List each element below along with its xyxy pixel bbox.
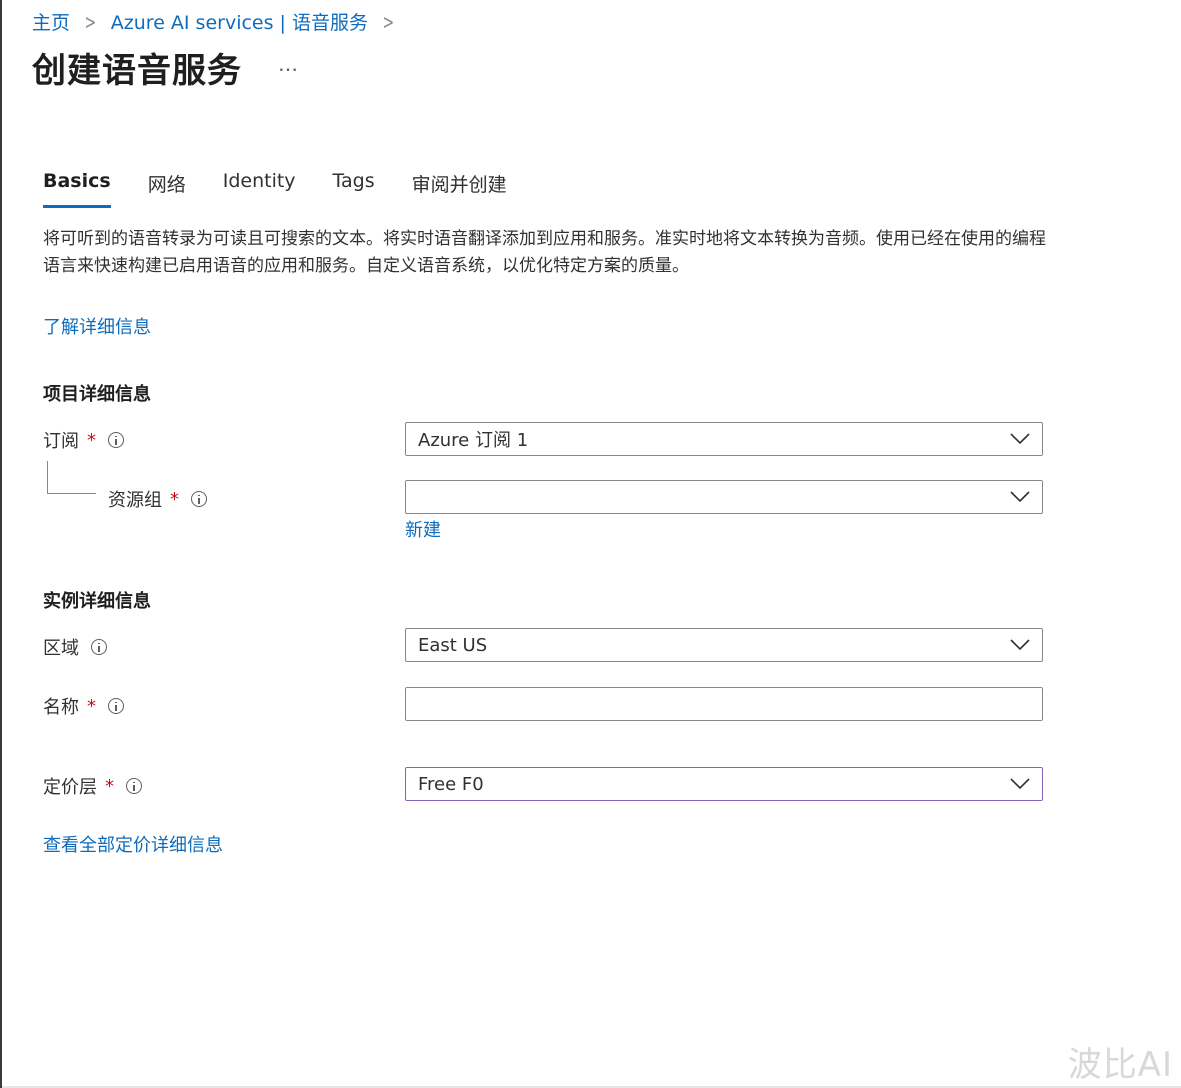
tab-network[interactable]: 网络 [148, 170, 186, 208]
region-label: 区域 [43, 638, 79, 659]
breadcrumb: 主页 > Azure AI services | 语音服务 > [32, 8, 409, 35]
resource-group-dropdown[interactable] [405, 480, 1043, 514]
chevron-right-icon: > [84, 9, 97, 34]
pricing-tier-label: 定价层 [43, 777, 97, 798]
project-details-heading: 项目详细信息 [43, 384, 151, 405]
more-ellipsis-icon[interactable]: … [278, 52, 299, 76]
info-icon[interactable] [108, 432, 124, 448]
page-title: 创建语音服务 [32, 51, 242, 91]
create-new-resource-group-link[interactable]: 新建 [405, 516, 441, 542]
subscription-value: Azure 订阅 1 [418, 430, 529, 451]
watermark: 波比AI [1067, 1045, 1173, 1085]
info-icon[interactable] [126, 778, 142, 794]
name-label: 名称 [43, 697, 79, 718]
pricing-tier-label-group: 定价层 * [43, 773, 142, 799]
chevron-right-icon: > [382, 9, 395, 34]
name-input[interactable] [405, 687, 1043, 721]
view-pricing-details-link[interactable]: 查看全部定价详细信息 [43, 831, 223, 857]
tree-connector [47, 461, 96, 494]
name-label-group: 名称 * [43, 693, 124, 719]
breadcrumb-service-link[interactable]: Azure AI services | 语音服务 [111, 8, 368, 35]
region-value: East US [418, 634, 488, 656]
chevron-down-icon [1010, 491, 1030, 503]
learn-more-link[interactable]: 了解详细信息 [43, 313, 151, 339]
region-dropdown[interactable]: East US [405, 628, 1043, 662]
tab-identity[interactable]: Identity [223, 170, 296, 208]
info-icon[interactable] [91, 639, 107, 655]
required-marker: * [105, 775, 114, 797]
required-marker: * [87, 429, 96, 451]
subscription-label-group: 订阅 * [43, 427, 124, 453]
required-marker: * [87, 695, 96, 717]
chevron-down-icon [1010, 433, 1030, 445]
resource-group-label: 资源组 [108, 490, 162, 511]
tab-review-create[interactable]: 审阅并创建 [412, 170, 507, 208]
create-speech-service-page: 主页 > Azure AI services | 语音服务 > 创建语音服务 …… [0, 0, 1181, 1088]
chevron-down-icon [1010, 778, 1030, 790]
instance-details-heading: 实例详细信息 [43, 591, 151, 612]
service-description: 将可听到的语音转录为可读且可搜索的文本。将实时语音翻译添加到应用和服务。准实时地… [43, 229, 1046, 276]
info-icon[interactable] [108, 698, 124, 714]
tab-tags[interactable]: Tags [333, 170, 375, 208]
tab-basics[interactable]: Basics [43, 170, 111, 208]
info-icon[interactable] [191, 491, 207, 507]
breadcrumb-home-link[interactable]: 主页 [32, 8, 70, 35]
region-label-group: 区域 [43, 634, 107, 660]
chevron-down-icon [1010, 639, 1030, 651]
subscription-label: 订阅 [43, 431, 79, 452]
resource-group-label-group: 资源组 * [108, 486, 207, 512]
pricing-tier-dropdown[interactable]: Free F0 [405, 767, 1043, 801]
required-marker: * [170, 488, 179, 510]
pricing-tier-value: Free F0 [418, 773, 484, 795]
tab-bar: Basics 网络 Identity Tags 审阅并创建 [43, 170, 544, 208]
subscription-dropdown[interactable]: Azure 订阅 1 [405, 422, 1043, 456]
